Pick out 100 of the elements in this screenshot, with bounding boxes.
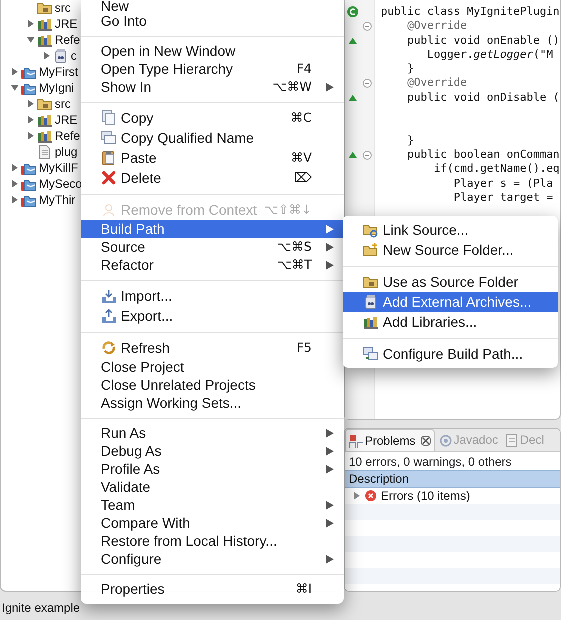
shortcut-label: F5 bbox=[296, 338, 312, 357]
tree-item[interactable]: MyFirst bbox=[39, 64, 78, 80]
tree-item[interactable]: JRE bbox=[55, 112, 78, 128]
books-icon bbox=[37, 128, 53, 144]
menu-item[interactable]: Refresh F5 bbox=[81, 338, 344, 358]
person-icon bbox=[101, 202, 117, 218]
books-icon bbox=[37, 32, 53, 48]
menu-item[interactable]: New bbox=[81, 0, 344, 12]
problems-icon bbox=[349, 434, 363, 448]
tree-item[interactable]: MyIgni bbox=[39, 80, 74, 96]
menu-item[interactable]: Export... bbox=[81, 306, 344, 326]
fold-icon[interactable] bbox=[362, 22, 372, 31]
expand-arrow-icon[interactable] bbox=[43, 52, 51, 60]
menu-item[interactable]: Use as Source Folder bbox=[343, 272, 558, 292]
menu-item[interactable]: Refactor ⌥⌘T bbox=[81, 256, 344, 274]
code-line: if(cmd.getName().eq bbox=[432, 162, 560, 176]
menu-item[interactable]: Configure Build Path... bbox=[343, 344, 558, 364]
menu-item[interactable]: Debug As bbox=[81, 442, 344, 460]
tree-item[interactable]: MyThir bbox=[39, 192, 76, 208]
menu-item[interactable]: Source ⌥⌘S bbox=[81, 238, 344, 256]
menu-item[interactable]: Close Unrelated Projects bbox=[81, 376, 344, 394]
menu-item[interactable]: Compare With bbox=[81, 514, 344, 532]
books-icon bbox=[37, 112, 53, 128]
menu-item[interactable]: Show In ⌥⌘W bbox=[81, 78, 344, 96]
shortcut-label: ⌘V bbox=[290, 148, 312, 167]
expand-arrow-icon[interactable] bbox=[27, 116, 35, 124]
code-line: Player s = (Pla bbox=[452, 176, 554, 190]
shortcut-label: ⌥⌘S bbox=[277, 238, 312, 256]
tree-item[interactable]: Refe bbox=[55, 128, 80, 144]
tree-item[interactable]: src bbox=[55, 96, 71, 112]
copy-icon bbox=[101, 130, 117, 146]
menu-item[interactable]: Assign Working Sets... bbox=[81, 394, 344, 412]
menu-item[interactable]: Validate bbox=[81, 478, 344, 496]
expand-arrow-icon[interactable] bbox=[11, 164, 19, 172]
expand-arrow-icon[interactable] bbox=[27, 100, 35, 108]
menu-item[interactable]: Copy Qualified Name bbox=[81, 128, 344, 148]
menu-item[interactable]: Restore from Local History... bbox=[81, 532, 344, 550]
jar-icon bbox=[53, 48, 69, 64]
fold-icon[interactable] bbox=[362, 150, 372, 160]
menu-item[interactable]: Open Type Hierarchy F4 bbox=[81, 60, 344, 78]
problem-row[interactable]: Errors (10 items) bbox=[381, 487, 470, 505]
code-line: public boolean onComman bbox=[406, 148, 560, 161]
code-line: public void onEnable () bbox=[406, 34, 560, 47]
collapse-arrow-icon[interactable] bbox=[27, 36, 35, 44]
menu-item[interactable]: Build Path bbox=[81, 220, 344, 238]
tree-item[interactable]: plug bbox=[55, 144, 78, 160]
collapse-arrow-icon[interactable] bbox=[11, 84, 19, 92]
build-path-icon bbox=[363, 346, 379, 362]
menu-item[interactable]: Run As bbox=[81, 424, 344, 442]
books-icon bbox=[37, 16, 53, 32]
expand-arrow-icon[interactable] bbox=[11, 68, 19, 76]
shortcut-label: ⌘C bbox=[290, 108, 312, 127]
menu-item[interactable]: Profile As bbox=[81, 460, 344, 478]
new-folder-icon bbox=[363, 242, 379, 258]
code-line: public class MyIgnitePlugin bbox=[381, 5, 560, 18]
tree-item[interactable]: Refe bbox=[55, 32, 80, 48]
menu-item[interactable]: Add Libraries... bbox=[343, 312, 558, 332]
menu-item[interactable]: Go Into bbox=[81, 12, 344, 30]
export-icon bbox=[101, 308, 117, 324]
code-line: @Override bbox=[406, 76, 468, 90]
shortcut-label: ⌥⌘W bbox=[272, 78, 312, 96]
menu-item[interactable]: Import... bbox=[81, 286, 344, 306]
tree-item[interactable]: MySeco bbox=[39, 176, 82, 192]
tree-item[interactable]: MyKillF bbox=[39, 160, 78, 176]
menu-item[interactable]: Link Source... bbox=[343, 220, 558, 240]
fold-icon[interactable] bbox=[362, 79, 372, 88]
menu-item[interactable]: Copy ⌘C bbox=[81, 108, 344, 128]
copy-icon bbox=[101, 110, 117, 126]
override-marker-icon bbox=[349, 152, 357, 158]
expand-arrow-icon[interactable] bbox=[27, 20, 35, 28]
menu-item[interactable]: New Source Folder... bbox=[343, 240, 558, 260]
close-icon[interactable] bbox=[420, 436, 431, 446]
expand-arrow-icon[interactable] bbox=[27, 132, 35, 140]
code-line: @Override bbox=[406, 19, 468, 32]
error-icon bbox=[365, 490, 377, 502]
menu-item[interactable]: Open in New Window bbox=[81, 42, 344, 60]
column-header[interactable]: Description bbox=[345, 470, 560, 488]
expand-arrow-icon[interactable] bbox=[11, 180, 19, 188]
menu-item[interactable]: Team bbox=[81, 496, 344, 514]
menu-item[interactable]: Properties ⌘I bbox=[81, 580, 344, 598]
tree-item[interactable]: JRE bbox=[55, 16, 78, 32]
code-line: } bbox=[406, 62, 414, 76]
code-line: Logger.getLogger("M bbox=[426, 48, 554, 61]
javadoc-icon bbox=[438, 433, 452, 447]
tree-item[interactable]: src bbox=[55, 0, 71, 16]
menu-item[interactable]: Paste ⌘V bbox=[81, 148, 344, 168]
status-text: Ignite example bbox=[2, 600, 80, 617]
expand-arrow-icon[interactable] bbox=[11, 196, 19, 204]
tree-item[interactable]: c bbox=[71, 48, 77, 64]
menu-item[interactable]: Close Project bbox=[81, 358, 344, 376]
override-marker-icon bbox=[349, 38, 357, 44]
jar-icon bbox=[363, 294, 379, 310]
expand-arrow-icon[interactable] bbox=[353, 492, 361, 500]
menu-item[interactable]: Delete ⌦ bbox=[81, 168, 344, 188]
books-icon bbox=[363, 314, 379, 330]
code-line: Player target = bbox=[452, 190, 554, 204]
shortcut-label: ⌦ bbox=[294, 168, 312, 187]
menu-item[interactable]: Add External Archives... bbox=[343, 292, 558, 312]
panel-tab[interactable]: Problems bbox=[345, 429, 435, 451]
menu-item[interactable]: Configure bbox=[81, 550, 344, 568]
